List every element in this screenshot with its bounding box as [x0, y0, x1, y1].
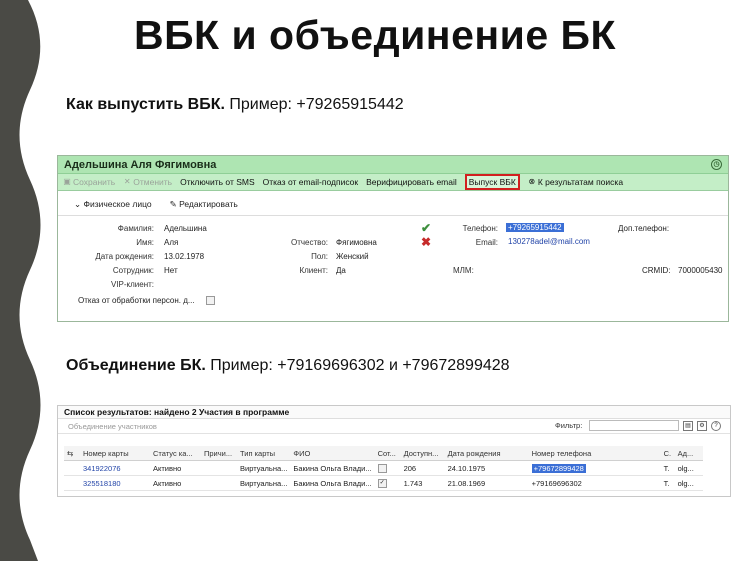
cell-phone: +79672899428 — [528, 460, 661, 476]
cell-reason — [201, 460, 237, 476]
cell-card-number[interactable]: 325518180 — [80, 475, 150, 491]
verified-check-icon: ✔ — [421, 221, 432, 235]
cell-phone: +79169696302 — [528, 475, 661, 491]
cell-birth-date: 21.08.1969 — [444, 475, 529, 491]
name-value: Аля — [164, 238, 179, 247]
cell-card-type: Виртуальна... — [237, 460, 291, 476]
employee-label: Сотрудник: — [112, 266, 154, 275]
table-header-row: ⇆ Номер карты Статус ка... Причи... Тип … — [64, 446, 703, 461]
not-verified-cross-icon: ✖ — [421, 235, 432, 249]
extra-phone-label: Доп.телефон: — [618, 224, 670, 233]
pd-refusal-checkbox[interactable] — [206, 296, 215, 306]
col-employee[interactable]: Сот... — [374, 446, 401, 461]
name-label: Имя: — [136, 238, 154, 247]
save-button[interactable]: ▣ Сохранить — [63, 177, 115, 187]
customer-name: Адельшина Аля Фягимовна — [64, 158, 217, 171]
individual-section-toggle[interactable]: ⌄ Физическое лицо — [74, 199, 152, 210]
disable-sms-button[interactable]: Отключить от SMS — [180, 177, 255, 187]
client-value: Да — [336, 266, 346, 275]
col-birth-date[interactable]: Дата рождения — [444, 446, 529, 461]
close-circle-icon: ⊗ — [528, 177, 536, 186]
cell-employee-checkbox[interactable] — [374, 460, 401, 476]
cell-status: Активно — [150, 460, 201, 476]
header-links-icon: ⇆ — [64, 446, 80, 461]
verify-email-button[interactable]: Верифицировать email — [366, 177, 457, 187]
save-icon: ▣ — [63, 177, 71, 186]
slide-title: ВБК и объединение БК — [133, 12, 617, 58]
help-icon[interactable]: ? — [711, 421, 721, 431]
clock-icon[interactable]: ◷ — [711, 159, 722, 170]
col-available[interactable]: Доступн... — [400, 446, 445, 461]
close-icon: ✕ — [123, 177, 131, 186]
patronymic-label: Отчество: — [291, 238, 328, 247]
section-bar: ⌄ Физическое лицо ✎ Редактировать — [58, 193, 728, 216]
cell-address: olg... — [674, 460, 703, 476]
col-fio[interactable]: ФИО — [290, 446, 375, 461]
col-card-status[interactable]: Статус ка... — [150, 446, 201, 461]
results-title: Список результатов: найдено 2 Участия в … — [58, 406, 730, 419]
section-heading-merge: Объединение БК. Пример: +79169696302 и +… — [66, 357, 510, 374]
section-heading-issue-vbk: Как выпустить ВБК. Пример: +79265915442 — [66, 96, 404, 113]
table-row[interactable]: 325518180 Активно Виртуальна... Бакина О… — [64, 475, 703, 491]
birth-value: 13.02.1978 — [164, 252, 205, 261]
edit-button[interactable]: ✎ Редактировать — [170, 199, 238, 210]
cell-card-type: Виртуальна... — [237, 475, 291, 491]
results-window: Список результатов: найдено 2 Участия в … — [57, 405, 731, 497]
cell-fio: Бакина Ольга Влади... — [290, 460, 375, 476]
sex-label: Пол: — [311, 252, 328, 261]
cell-fio: Бакина Ольга Влади... — [290, 475, 375, 491]
cell-address: olg... — [674, 475, 703, 491]
col-address[interactable]: Ад... — [674, 446, 703, 461]
surname-value: Адельшина — [164, 224, 207, 233]
email-value[interactable]: 130278adel@mail.com — [508, 237, 590, 246]
merge-participants-button[interactable]: Объединение участников — [68, 422, 157, 431]
back-to-results-button[interactable]: ⊗ К результатам поиска — [528, 177, 623, 187]
table-row[interactable]: 341922076 Активно Виртуальна... Бакина О… — [64, 460, 703, 476]
sex-value: Женский — [336, 252, 369, 261]
col-card-type[interactable]: Тип карты — [237, 446, 291, 461]
email-label: Email: — [475, 238, 498, 247]
col-reason[interactable]: Причи... — [201, 446, 237, 461]
cell-available: 1.743 — [400, 475, 445, 491]
col-phone[interactable]: Номер телефона — [528, 446, 661, 461]
filter-label: Фильтр: — [555, 421, 583, 430]
card-toolbar: ▣ Сохранить ✕ Отменить Отключить от SMS От… — [58, 174, 728, 191]
mlm-label: МЛМ: — [453, 266, 474, 275]
results-table: ⇆ Номер карты Статус ка... Причи... Тип … — [64, 446, 703, 491]
col-s[interactable]: С. — [660, 446, 675, 461]
cancel-button[interactable]: ✕ Отменить — [123, 177, 172, 187]
cell-reason — [201, 475, 237, 491]
client-label: Клиент: — [299, 266, 328, 275]
card-header: Адельшина Аля Фягимовна ◷ — [58, 156, 728, 174]
issue-vbk-button[interactable]: Выпуск ВБК — [464, 174, 520, 190]
cell-s: Т. — [660, 460, 675, 476]
pencil-icon: ✎ — [169, 198, 177, 209]
results-toolbar: Объединение участников Фильтр: ▤ ⚙ ? — [58, 419, 730, 434]
phone-value[interactable]: +79265915442 — [506, 223, 564, 232]
surname-label: Фамилия: — [117, 224, 154, 233]
customer-card-window: Адельшина Аля Фягимовна ◷ ▣ Сохранить ✕ От… — [57, 155, 729, 322]
employee-value: Нет — [164, 266, 178, 275]
birth-label: Дата рождения: — [95, 252, 154, 261]
card-form: Фамилия: Адельшина Имя: Аля Дата рождени… — [58, 216, 728, 316]
export-icon[interactable]: ▤ — [683, 421, 693, 431]
crmid-label: CRMID: — [642, 266, 671, 275]
pd-refusal-label: Отказ от обработки персон. д... — [78, 296, 195, 305]
cell-status: Активно — [150, 475, 201, 491]
col-card-number[interactable]: Номер карты — [80, 446, 150, 461]
phone-label: Телефон: — [462, 224, 498, 233]
cell-birth-date: 24.10.1975 — [444, 460, 529, 476]
patronymic-value: Фягимовна — [336, 238, 377, 247]
settings-icon[interactable]: ⚙ — [697, 421, 707, 431]
email-unsubscribe-button[interactable]: Отказ от email-подписок — [263, 177, 358, 187]
crmid-value: 7000005430 — [678, 266, 723, 275]
filter-input[interactable] — [589, 420, 679, 431]
cell-s: Т. — [660, 475, 675, 491]
vip-label: VIP-клиент: — [110, 280, 154, 289]
decorative-left-strip — [0, 0, 41, 561]
cell-employee-checkbox[interactable]: ✓ — [374, 475, 401, 491]
cell-available: 206 — [400, 460, 445, 476]
cell-card-number[interactable]: 341922076 — [80, 460, 150, 476]
